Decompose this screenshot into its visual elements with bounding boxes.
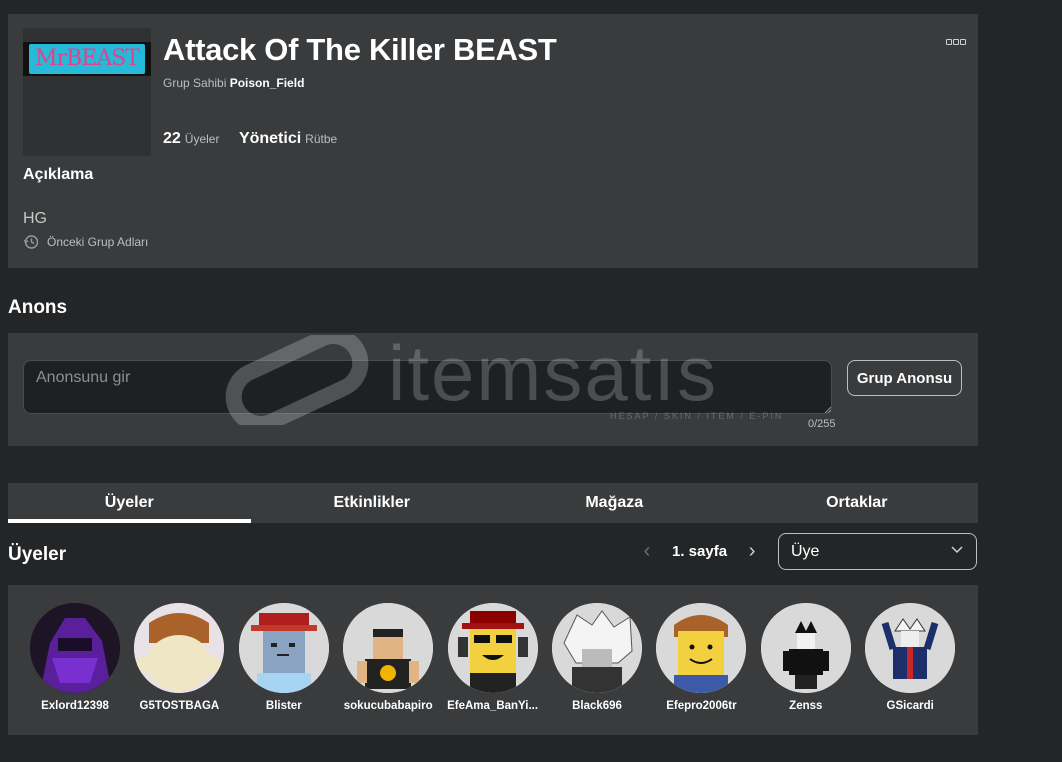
group-tabs: Üyeler Etkinlikler Mağaza Ortaklar [8, 483, 978, 523]
history-icon [23, 235, 39, 249]
role-select-dropdown[interactable]: Üye [778, 533, 977, 570]
member-name[interactable]: Black696 [545, 700, 649, 712]
member-card[interactable]: Exlord12398 [23, 603, 127, 712]
role-select-value: Üye [791, 543, 820, 560]
announcement-input[interactable] [23, 360, 832, 414]
previous-page-icon[interactable]: ‹ [636, 540, 658, 563]
avatar-efepro-icon[interactable] [656, 603, 747, 693]
tab-members[interactable]: Üyeler [8, 483, 251, 523]
avatar-black696-icon[interactable] [552, 603, 642, 693]
tab-store[interactable]: Mağaza [493, 483, 736, 523]
avatar-exlord-icon[interactable] [30, 603, 120, 693]
group-header-card: MrBEAST Attack Of The Killer BEAST Grup … [8, 14, 978, 268]
chevron-down-icon [951, 546, 963, 554]
members-list: Exlord12398 G5TOSTBAGA Blister sokucubabapi… [8, 585, 978, 735]
member-card[interactable]: Blister [232, 603, 336, 712]
announcement-card: 0/255 Grup Anonsu [8, 333, 978, 446]
member-name[interactable]: Blister [232, 700, 336, 712]
tab-events[interactable]: Etkinlikler [251, 483, 494, 523]
next-page-icon[interactable]: › [741, 540, 763, 563]
group-stats: 22 Üyeler Yönetici Rütbe [163, 130, 337, 148]
owner-name-link[interactable]: Poison_Field [230, 76, 305, 90]
members-pager: ‹ 1. sayfa › [636, 540, 763, 563]
previous-names-label: Önceki Grup Adları [47, 235, 149, 249]
group-logo-text: MrBEAST [35, 46, 140, 71]
member-name[interactable]: sokucubabapiro [336, 700, 440, 712]
owner-label: Grup Sahibi [163, 76, 227, 90]
members-section-title: Üyeler [8, 544, 67, 565]
member-card[interactable]: GSicardi [858, 603, 962, 712]
avatar-gsicardi-icon[interactable] [865, 603, 956, 693]
members-count-label: Üyeler [184, 132, 220, 146]
member-name[interactable]: Efepro2006tr [649, 700, 753, 712]
avatar-blister-icon[interactable] [238, 603, 329, 693]
rank-label: Rütbe [305, 132, 338, 146]
member-name[interactable]: Zenss [754, 700, 858, 712]
member-card[interactable]: Black696 [545, 603, 649, 712]
member-card[interactable]: sokucubabapiro [336, 603, 440, 712]
avatar-efeama-icon[interactable] [447, 603, 538, 693]
description-text: HG [23, 210, 47, 227]
tab-affiliates[interactable]: Ortaklar [736, 483, 979, 523]
group-owner-line: Grup Sahibi Poison_Field [163, 76, 304, 90]
members-count: 22 [163, 130, 181, 147]
more-options-icon[interactable] [946, 32, 968, 45]
announcement-title: Anons [8, 297, 68, 318]
avatar-gstostbaga-icon[interactable] [134, 603, 225, 693]
description-heading: Açıklama [23, 166, 94, 183]
member-card[interactable]: EfeAma_BanYi... [441, 603, 545, 712]
group-title: Attack Of The Killer BEAST [163, 32, 557, 67]
avatar-zenss-icon[interactable] [760, 603, 851, 693]
avatar-sokucu-icon[interactable] [343, 603, 434, 693]
member-name[interactable]: GSicardi [858, 700, 962, 712]
group-announcement-button[interactable]: Grup Anonsu [847, 360, 962, 396]
page-label: 1. sayfa [672, 543, 728, 560]
member-name[interactable]: EfeAma_BanYi... [441, 700, 545, 712]
member-card[interactable]: Efepro2006tr [649, 603, 753, 712]
group-logo: MrBEAST [23, 28, 151, 156]
member-card[interactable]: G5TOSTBAGA [127, 603, 231, 712]
rank-value: Yönetici [238, 130, 302, 147]
member-card[interactable]: Zenss [754, 603, 858, 712]
announcement-char-count: 0/255 [808, 418, 836, 430]
previous-names-link[interactable]: Önceki Grup Adları [23, 234, 148, 250]
resize-handle-icon[interactable] [824, 406, 832, 414]
member-name[interactable]: G5TOSTBAGA [127, 700, 231, 712]
member-name[interactable]: Exlord12398 [23, 700, 127, 712]
